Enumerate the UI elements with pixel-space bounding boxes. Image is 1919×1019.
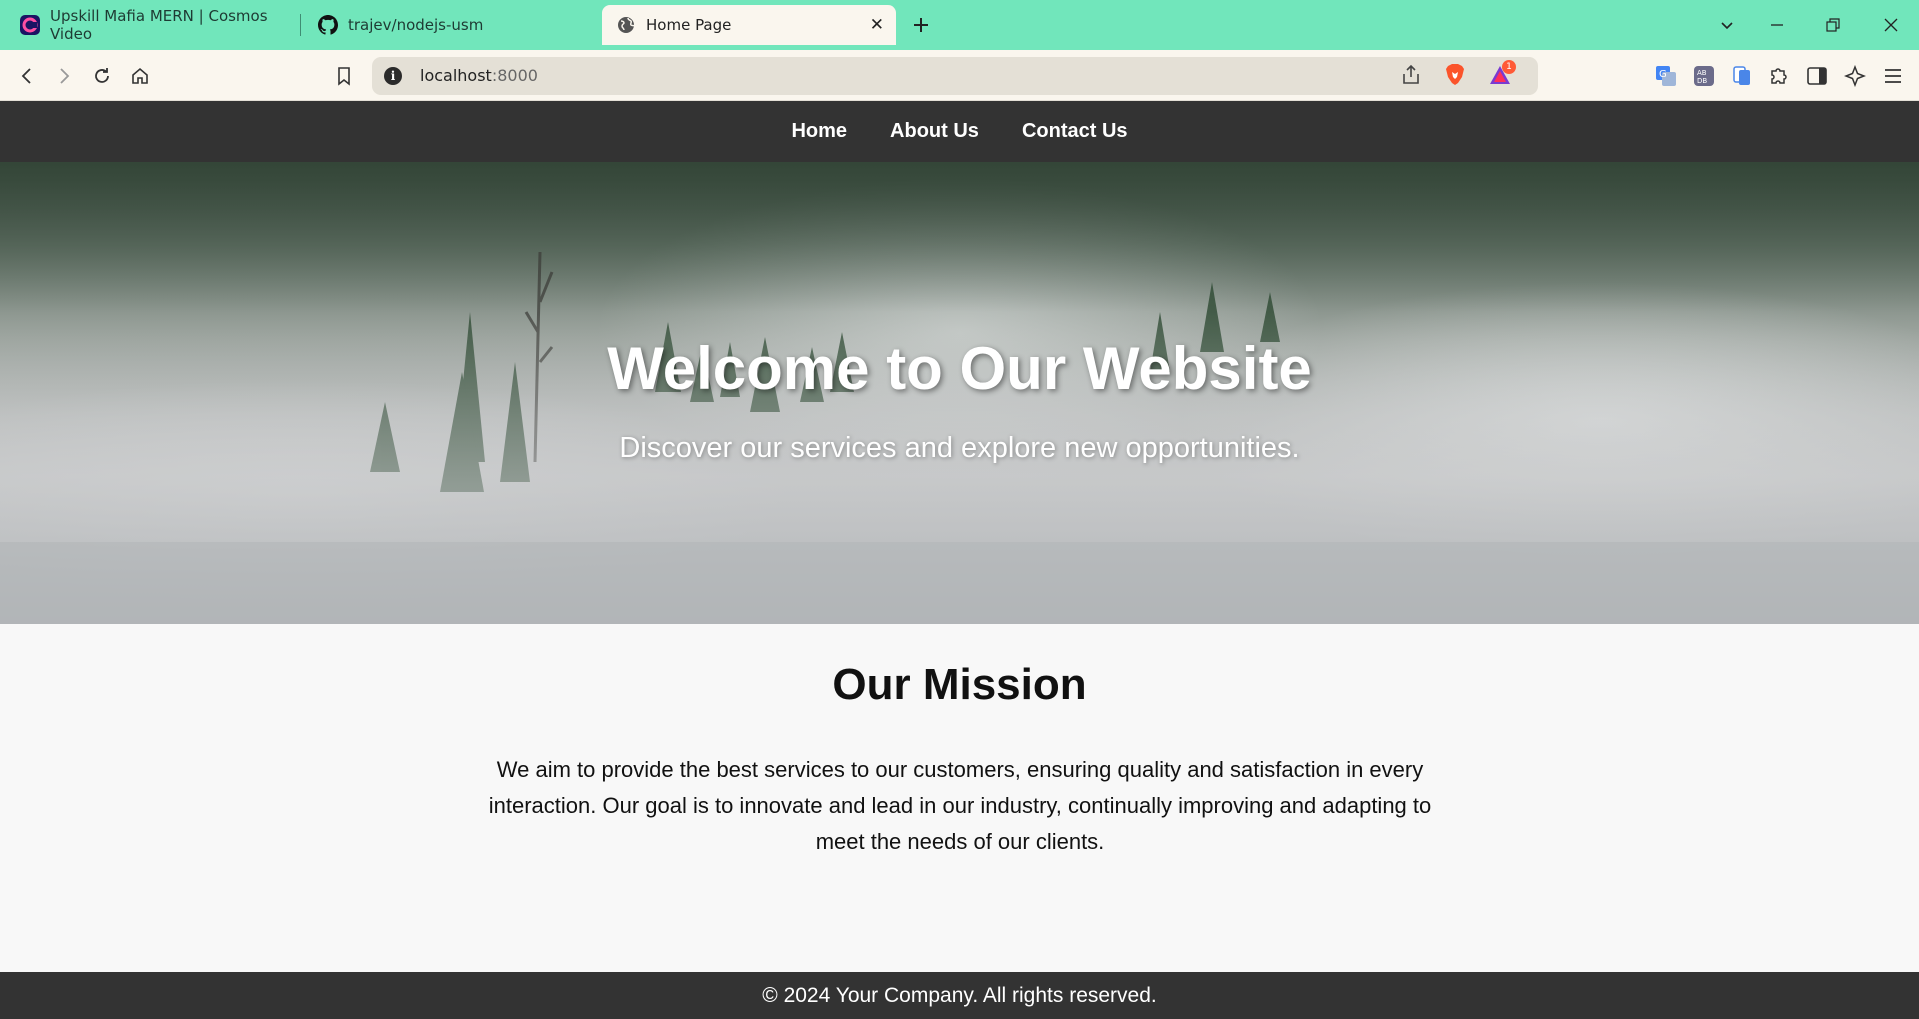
home-icon[interactable] [125,61,155,91]
dictionary-extension-icon[interactable]: AB DB [1689,61,1719,91]
leo-ai-icon[interactable] [1840,61,1870,91]
svg-text:AB: AB [1697,69,1707,77]
tab-strip: Upskill Mafia MERN | Cosmos Video trajev… [0,0,1919,50]
svg-text:G: G [1659,69,1667,80]
close-window-icon[interactable] [1878,12,1904,38]
hero-banner: Welcome to Our Website Discover our serv… [0,162,1919,624]
close-tab-icon[interactable]: ✕ [870,15,884,35]
nav-link-home[interactable]: Home [791,120,847,143]
copy-extension-icon[interactable] [1727,61,1757,91]
tab-home-page[interactable]: Home Page ✕ [602,5,896,45]
site-info-icon[interactable]: i [384,67,402,85]
hero-subtitle: Discover our services and explore new op… [619,432,1300,464]
sidebar-toggle-icon[interactable] [1802,61,1832,91]
tab-search-chevron-icon[interactable] [1714,12,1740,38]
share-icon[interactable] [1400,64,1422,91]
tab-github[interactable]: trajev/nodejs-usm [304,5,594,45]
nav-link-contact-us[interactable]: Contact Us [1022,120,1128,143]
brave-rewards-icon[interactable]: 1 [1488,60,1516,92]
browser-toolbar: i localhost:8000 1 G AB DB [0,50,1919,101]
nav-link-about-us[interactable]: About Us [890,120,979,143]
forward-icon[interactable] [49,61,79,91]
tab-title: Home Page [646,16,732,34]
menu-icon[interactable] [1878,61,1908,91]
footer-copyright: © 2024 Your Company. All rights reserved… [762,984,1157,1007]
mission-paragraph: We aim to provide the best services to o… [488,757,1432,854]
address-bar[interactable]: i localhost:8000 1 [372,57,1538,95]
bookmark-icon[interactable] [329,61,359,91]
site-footer: © 2024 Your Company. All rights reserved… [0,972,1919,1019]
rewards-badge: 1 [1502,60,1516,74]
url-text: localhost:8000 [420,66,538,85]
globe-icon [616,15,636,35]
tab-cosmos[interactable]: Upskill Mafia MERN | Cosmos Video [6,5,298,45]
tab-title: Upskill Mafia MERN | Cosmos Video [50,7,268,43]
brave-shields-icon[interactable] [1444,63,1466,92]
minimize-icon[interactable] [1764,12,1790,38]
translate-icon[interactable]: G [1651,61,1681,91]
reload-icon[interactable] [87,61,117,91]
restore-icon[interactable] [1820,12,1846,38]
back-icon[interactable] [12,61,42,91]
svg-text:DB: DB [1697,77,1707,85]
github-icon [318,15,338,35]
tab-divider [300,14,301,36]
cosmos-icon [20,15,40,35]
extensions-puzzle-icon[interactable] [1764,61,1794,91]
hero-title: Welcome to Our Website [607,335,1312,402]
new-tab-icon[interactable] [908,12,934,38]
tab-title: trajev/nodejs-usm [348,16,484,34]
mission-heading: Our Mission [832,660,1087,709]
site-navbar: Home About Us Contact Us [0,101,1919,162]
